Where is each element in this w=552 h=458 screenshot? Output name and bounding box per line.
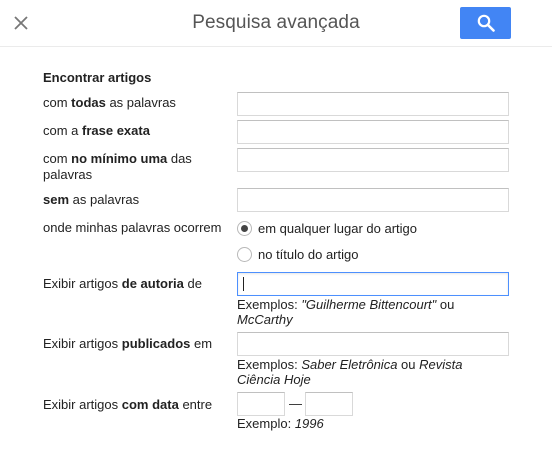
label-bold: no mínimo uma	[71, 151, 168, 166]
radio-in-title-label[interactable]: no título do artigo	[258, 247, 358, 262]
exact-phrase-label: com a frase exata	[43, 123, 233, 139]
label-text: entre	[178, 397, 213, 412]
at-least-one-input[interactable]	[237, 148, 509, 172]
label-text: com a	[43, 123, 83, 138]
label-bold: publicados	[121, 336, 191, 351]
published-hint: Exemplos: Saber Eletrônica ou Revista Ci…	[237, 357, 507, 387]
published-in-label: Exibir artigos publicados em	[43, 336, 233, 352]
at-least-one-label: com no mínimo uma das palavras	[43, 151, 203, 183]
label-bold: de autoria	[121, 276, 184, 291]
dialog-header: Pesquisa avançada	[0, 0, 552, 47]
label-bold: todas	[71, 95, 106, 110]
label-text: com	[43, 95, 72, 110]
radio-anywhere-in-article[interactable]	[237, 221, 252, 236]
date-range-label: Exibir artigos com data entre	[43, 397, 233, 413]
hint-text: ou	[436, 297, 455, 312]
label-text: Exibir artigos	[43, 336, 122, 351]
without-words-input[interactable]	[237, 188, 509, 212]
author-label: Exibir artigos de autoria de	[43, 276, 233, 292]
label-text: Exibir artigos	[43, 397, 122, 412]
hint-example: McCarthy	[237, 312, 293, 327]
label-text: as palavras	[69, 192, 140, 207]
hint-text: ou	[397, 357, 420, 372]
label-text: as palavras	[105, 95, 176, 110]
label-text: Exibir artigos	[43, 276, 122, 291]
radio-in-title[interactable]	[237, 247, 252, 262]
all-words-input[interactable]	[237, 92, 509, 116]
hint-text: Exemplo:	[237, 416, 295, 431]
author-input[interactable]	[237, 272, 509, 296]
hint-example: 1996	[294, 416, 324, 431]
date-from-input[interactable]	[237, 392, 285, 416]
hint-text: Exemplos:	[237, 297, 302, 312]
hint-text: Exemplos:	[237, 357, 302, 372]
label-text: com	[43, 151, 72, 166]
exact-phrase-input[interactable]	[237, 120, 509, 144]
section-title-find-articles: Encontrar artigos	[43, 70, 152, 85]
hint-example: Saber Eletrônica	[301, 357, 398, 372]
text-caret	[243, 277, 244, 291]
label-text: em	[190, 336, 213, 351]
radio-anywhere-label[interactable]: em qualquer lugar do artigo	[258, 221, 417, 236]
hint-example: "Guilherme Bittencourt"	[301, 297, 437, 312]
where-words-occur-label: onde minhas palavras ocorrem	[43, 220, 222, 235]
date-to-input[interactable]	[305, 392, 353, 416]
search-button[interactable]	[460, 7, 511, 39]
date-range-separator: —	[289, 396, 302, 411]
label-bold: com data	[121, 397, 179, 412]
label-bold: sem	[43, 192, 70, 207]
search-icon	[477, 14, 495, 32]
label-bold: frase exata	[82, 123, 150, 138]
published-in-input[interactable]	[237, 332, 509, 356]
author-hint: Exemplos: "Guilherme Bittencourt" ou McC…	[237, 297, 507, 327]
all-words-label: com todas as palavras	[43, 95, 233, 111]
date-hint: Exemplo: 1996	[237, 416, 507, 431]
without-words-label: sem as palavras	[43, 192, 233, 208]
label-text: de	[183, 276, 202, 291]
